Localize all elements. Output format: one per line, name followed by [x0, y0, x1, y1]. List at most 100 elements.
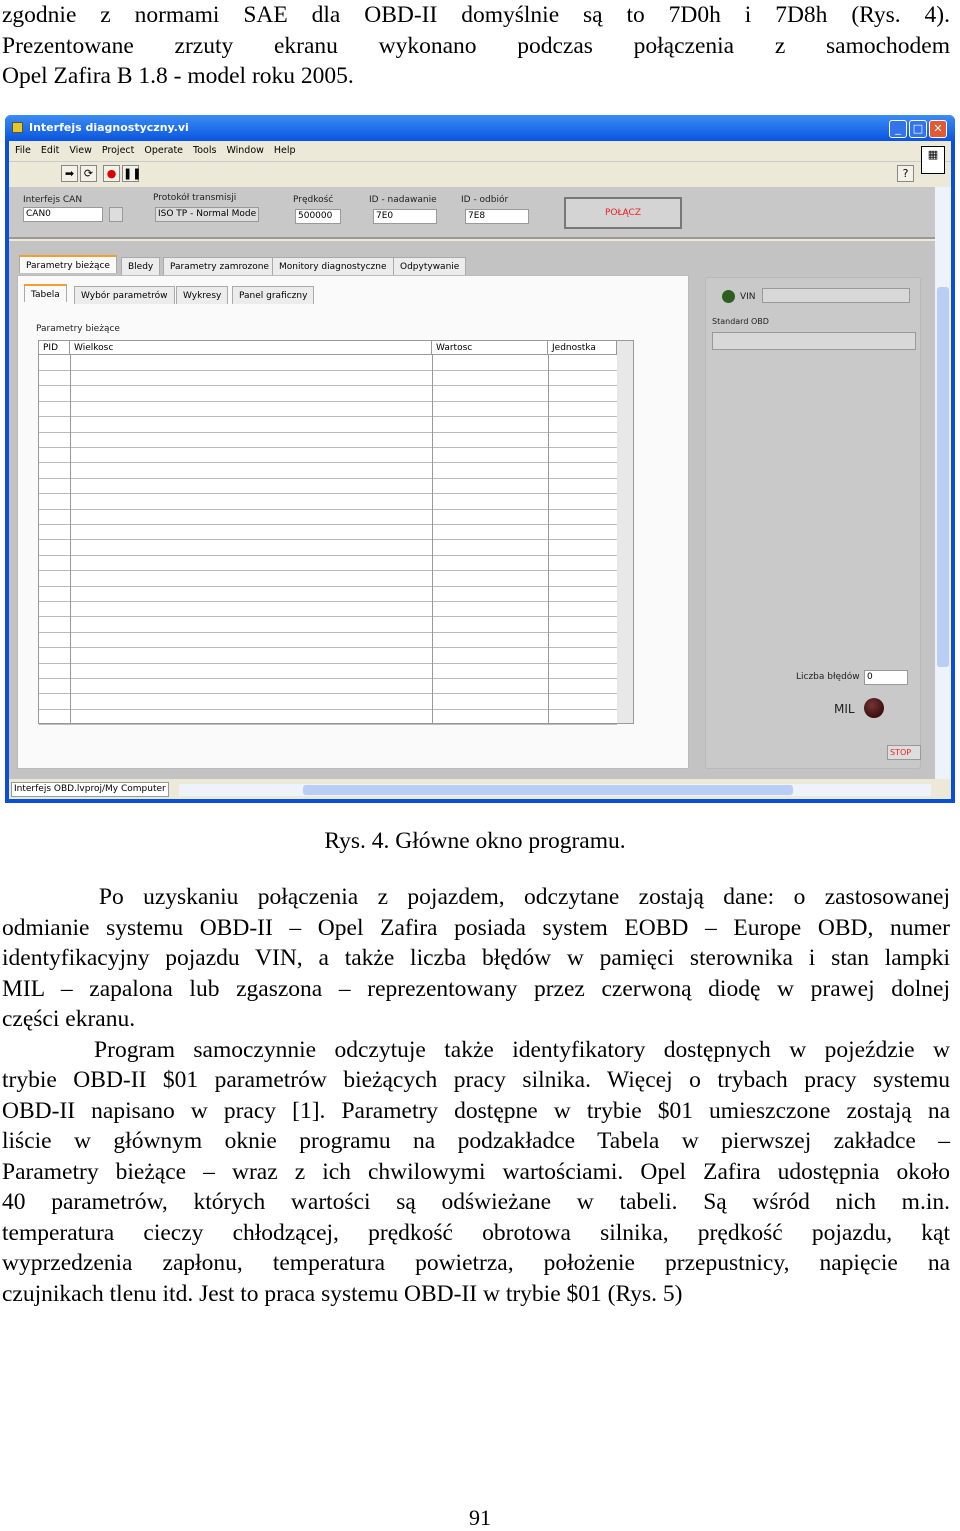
tab-parametry-zamrozone[interactable]: Parametry zamrozone	[163, 257, 276, 275]
toolbar: ➡ ⟳ ● ❚❚ ? ▦	[9, 146, 951, 185]
tab-pane: Tabela Wybór parametrów Wykresy Panel gr…	[17, 275, 689, 769]
table-row[interactable]	[39, 495, 617, 510]
close-button[interactable]: ✕	[929, 120, 947, 138]
table-row[interactable]	[39, 710, 617, 726]
text-line: Po uzyskaniu połączenia z pojazdem, odcz…	[2, 884, 950, 910]
figure-caption: Rys. 4. Główne okno programu.	[324, 828, 626, 854]
text-line: temperatura cieczy chłodzącej, prędkość …	[2, 1219, 950, 1246]
run-arrow-icon[interactable]: ➡	[61, 165, 78, 182]
dropdown-icon[interactable]	[109, 207, 123, 222]
subtab-wykresy[interactable]: Wykresy	[176, 286, 229, 304]
column-divider	[548, 355, 549, 723]
tab-odpytywanie[interactable]: Odpytywanie	[393, 257, 467, 275]
table-row[interactable]	[39, 587, 617, 602]
text-line: OBD-II napisano w pracy [1]. Parametry d…	[2, 1097, 950, 1124]
abort-icon[interactable]: ●	[103, 165, 120, 182]
table-row[interactable]	[39, 602, 617, 618]
menu-edit[interactable]: Edit	[41, 145, 59, 156]
table-row[interactable]	[39, 695, 617, 710]
text-line: zgodnie z normami SAE dla OBD-II domyśln…	[2, 2, 950, 28]
can-select[interactable]: CAN0	[23, 207, 103, 222]
col-pid[interactable]: PID	[39, 341, 70, 355]
table-row[interactable]	[39, 618, 617, 633]
scroll-thumb[interactable]	[937, 287, 949, 667]
vertical-scrollbar[interactable]	[935, 187, 951, 779]
tx-id-input[interactable]: 7E0	[373, 209, 437, 224]
table-row[interactable]	[39, 356, 617, 371]
text-line: 40 parametrów, których wartości są odświ…	[2, 1189, 950, 1215]
menu-window[interactable]: Window	[226, 145, 263, 156]
table-row[interactable]	[39, 649, 617, 664]
subtab-tabela[interactable]: Tabela	[24, 284, 67, 302]
mil-led	[864, 698, 884, 718]
help-icon[interactable]: ?	[897, 165, 914, 182]
text-line: Parametry bieżące – wraz z ich chwilowym…	[2, 1158, 950, 1185]
table-row[interactable]	[39, 402, 617, 418]
protocol-ring[interactable]: ISO TP - Normal Mode	[155, 207, 259, 222]
table-row[interactable]	[39, 418, 617, 433]
vin-led	[722, 290, 735, 303]
table-row[interactable]	[39, 387, 617, 402]
tab-parametry-biezace[interactable]: Parametry bieżące	[19, 255, 117, 273]
table-row[interactable]	[39, 510, 617, 525]
horizontal-scrollbar[interactable]	[179, 784, 931, 796]
table-row[interactable]	[39, 525, 617, 541]
parameters-table[interactable]: PID Wielkosc Wartosc Jednostka	[38, 340, 634, 726]
run-continuously-icon[interactable]: ⟳	[80, 165, 97, 182]
vin-field	[762, 288, 910, 303]
tx-id-label: ID - nadawanie	[369, 195, 437, 205]
menu-file[interactable]: File	[15, 145, 31, 156]
table-row[interactable]	[39, 479, 617, 495]
table-row[interactable]	[39, 448, 617, 464]
pause-icon[interactable]: ❚❚	[122, 165, 141, 182]
standard-obd-label: Standard OBD	[712, 317, 769, 326]
title-bar: Interfejs diagnostyczny.vi	[5, 115, 955, 141]
text-line: Program samoczynnie odczytuje także iden…	[2, 1036, 950, 1063]
status-bar: Interfejs OBD.lvproj/My Computer	[9, 781, 951, 799]
column-divider	[432, 355, 433, 723]
speed-input[interactable]: 500000	[295, 209, 341, 224]
standard-obd-field	[712, 332, 916, 350]
tab-monitory[interactable]: Monitory diagnostyczne	[272, 257, 394, 275]
text-line: MIL – zapalona lub zgaszona – reprezento…	[2, 975, 950, 1002]
table-row[interactable]	[39, 633, 617, 649]
col-wielkosc[interactable]: Wielkosc	[70, 341, 432, 355]
tab-bledy[interactable]: Bledy	[121, 257, 161, 275]
table-row[interactable]	[39, 464, 617, 479]
rx-id-input[interactable]: 7E8	[465, 209, 529, 224]
h-scroll-thumb[interactable]	[303, 785, 793, 795]
labview-icon	[12, 122, 23, 133]
text-line: czujnikach tlenu itd. Jest to praca syst…	[2, 1280, 683, 1307]
menu-tools[interactable]: Tools	[193, 145, 216, 156]
control-panel: Interfejs CAN CAN0 Protokół transmisji I…	[9, 187, 935, 239]
subtab-panel-graficzny[interactable]: Panel graficzny	[232, 286, 315, 304]
table-row[interactable]	[39, 541, 617, 556]
menu-operate[interactable]: Operate	[144, 145, 183, 156]
table-row[interactable]	[39, 556, 617, 572]
menu-project[interactable]: Project	[102, 145, 135, 156]
main-tab-area: Parametry bieżące Bledy Parametry zamroz…	[9, 241, 935, 779]
menu-help[interactable]: Help	[274, 145, 296, 156]
subtab-wybor-parametrow[interactable]: Wybór parametrów	[74, 286, 175, 304]
mil-label: MIL	[834, 702, 855, 716]
text-line: Prezentowane zrzuty ekranu wykonano podc…	[2, 33, 950, 59]
text-line: Opel Zafira B 1.8 - model roku 2005.	[2, 63, 354, 89]
menu-view[interactable]: View	[69, 145, 92, 156]
text-line: liście w głównym oknie programu na podza…	[2, 1128, 950, 1154]
table-row[interactable]	[39, 371, 617, 387]
table-row[interactable]	[39, 433, 617, 448]
col-wartosc[interactable]: Wartosc	[432, 341, 548, 355]
info-panel: VIN Standard OBD Liczba błędów 0 MIL	[705, 277, 921, 769]
connect-button[interactable]: POŁĄCZ	[564, 197, 682, 229]
stop-button[interactable]: STOP	[887, 745, 921, 760]
maximize-button[interactable]: □	[909, 120, 927, 138]
window-title: Interfejs diagnostyczny.vi	[29, 121, 189, 134]
table-row[interactable]	[39, 572, 617, 587]
col-jednostka[interactable]: Jednostka	[548, 341, 617, 355]
minimize-button[interactable]: _	[889, 120, 907, 138]
table-row[interactable]	[39, 664, 617, 679]
error-count-label: Liczba błędów	[796, 672, 860, 682]
table-row[interactable]	[39, 679, 617, 695]
table-scrollbar[interactable]	[617, 341, 633, 723]
rx-id-label: ID - odbiór	[461, 195, 509, 205]
